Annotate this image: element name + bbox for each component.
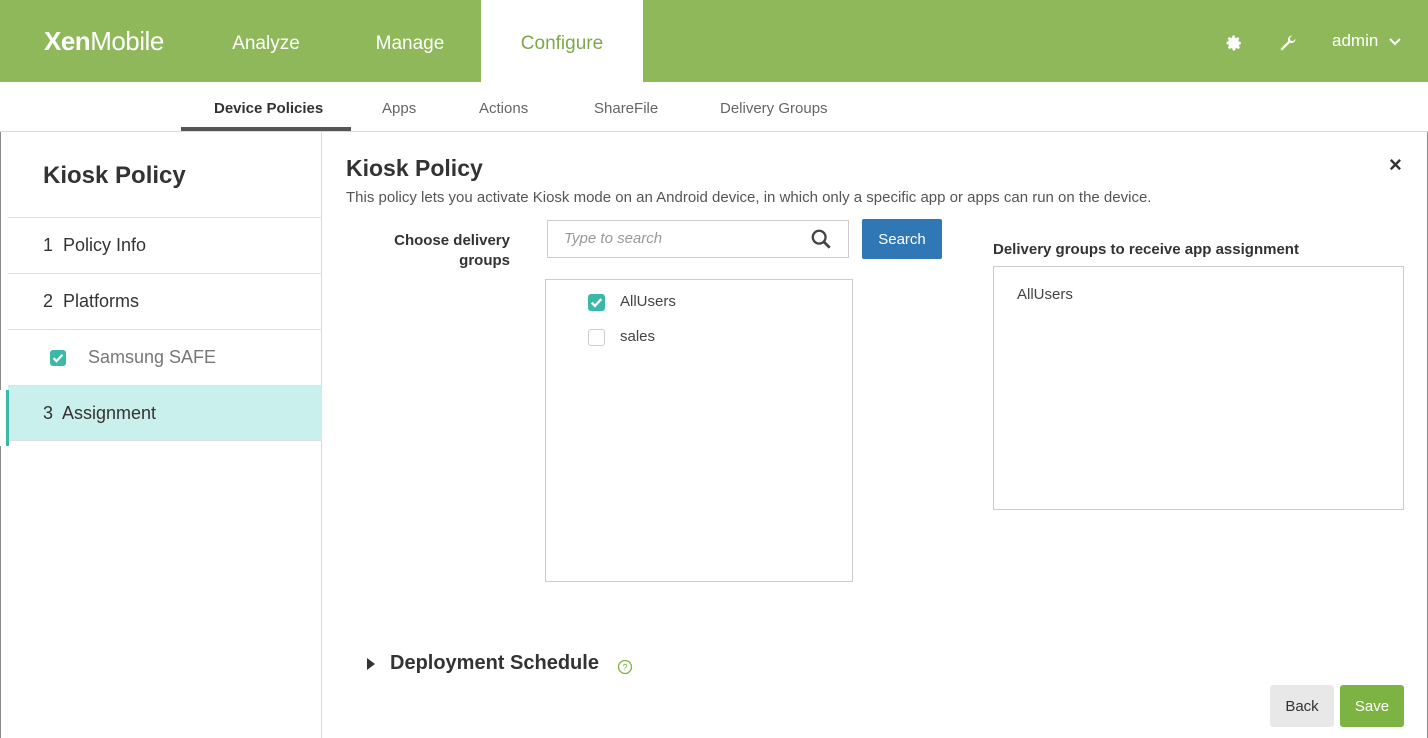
page-title: Kiosk Policy	[346, 155, 483, 181]
subnav-sharefile[interactable]: ShareFile	[594, 100, 658, 117]
checkbox-checked[interactable]	[588, 294, 605, 311]
sidebar-item-label: 3 Assignment	[43, 403, 157, 423]
active-tab-indicator	[181, 127, 351, 131]
sidebar-item-samsung-safe[interactable]: Samsung SAFE	[8, 329, 322, 385]
subnav-device-policies[interactable]: Device Policies	[214, 100, 323, 117]
chevron-down-icon[interactable]	[1389, 37, 1401, 46]
search-icon[interactable]	[810, 228, 832, 250]
nav-analyze[interactable]: Analyze	[204, 0, 328, 82]
checkbox-checked[interactable]	[50, 350, 66, 366]
deployment-schedule-toggle[interactable]: Deployment Schedule	[390, 652, 599, 675]
xenmobile-logo[interactable]: XenMobile	[44, 26, 164, 57]
sub-navigation-bar: Device Policies Apps Actions ShareFile D…	[0, 82, 1428, 132]
search-button[interactable]: Search	[862, 219, 942, 259]
admin-menu[interactable]: admin	[1332, 31, 1401, 51]
wizard-sidebar: Kiosk Policy 1 Policy Info 2 Platforms S…	[0, 132, 322, 738]
help-circle-icon[interactable]: ?	[617, 659, 633, 675]
subnav-apps[interactable]: Apps	[382, 100, 416, 117]
page-description: This policy lets you activate Kiosk mode…	[346, 189, 1152, 206]
checkmark-icon	[52, 354, 64, 363]
assignment-list-label: Delivery groups to receive app assignmen…	[993, 241, 1299, 258]
sidebar-item-platforms[interactable]: 2 Platforms	[8, 273, 322, 329]
gear-icon[interactable]	[1225, 34, 1243, 52]
nav-configure[interactable]: Configure	[481, 0, 643, 82]
group-label: AllUsers	[620, 293, 676, 310]
delivery-groups-list: AllUsers sales	[545, 279, 853, 582]
sidebar-item-label: 1 Policy Info	[43, 235, 147, 255]
checkmark-icon	[590, 298, 603, 308]
wrench-icon[interactable]	[1278, 33, 1298, 53]
active-step-marker	[0, 390, 9, 446]
svg-text:?: ?	[622, 663, 627, 673]
nav-manage[interactable]: Manage	[340, 0, 480, 82]
group-label: sales	[620, 328, 656, 345]
sidebar-title: Kiosk Policy	[43, 162, 186, 189]
label-line: Choose delivery	[394, 232, 510, 249]
sidebar-item-label: 2 Platforms	[43, 291, 140, 311]
back-button[interactable]: Back	[1270, 685, 1334, 727]
save-button[interactable]: Save	[1340, 685, 1404, 727]
subnav-delivery-groups[interactable]: Delivery Groups	[720, 100, 828, 117]
search-field[interactable]	[547, 220, 849, 258]
sidebar-item-policy-info[interactable]: 1 Policy Info	[8, 217, 322, 273]
sidebar-item-label: Samsung SAFE	[88, 347, 217, 367]
subnav-actions[interactable]: Actions	[479, 100, 528, 117]
close-icon[interactable]: ×	[1389, 152, 1402, 178]
top-navigation-bar: XenMobile Analyze Manage Configure admin	[0, 0, 1428, 82]
search-input[interactable]	[564, 230, 804, 247]
assigned-groups-list: AllUsers	[993, 266, 1404, 510]
sidebar-item-assignment[interactable]: 3 Assignment	[8, 385, 322, 441]
checkbox-unchecked[interactable]	[588, 329, 605, 346]
list-item: AllUsers	[1017, 286, 1073, 303]
triangle-right-icon[interactable]	[367, 658, 375, 670]
admin-label[interactable]: admin	[1332, 31, 1378, 50]
choose-delivery-groups-label: Choose delivery groups	[370, 231, 510, 271]
label-line: groups	[459, 252, 510, 269]
